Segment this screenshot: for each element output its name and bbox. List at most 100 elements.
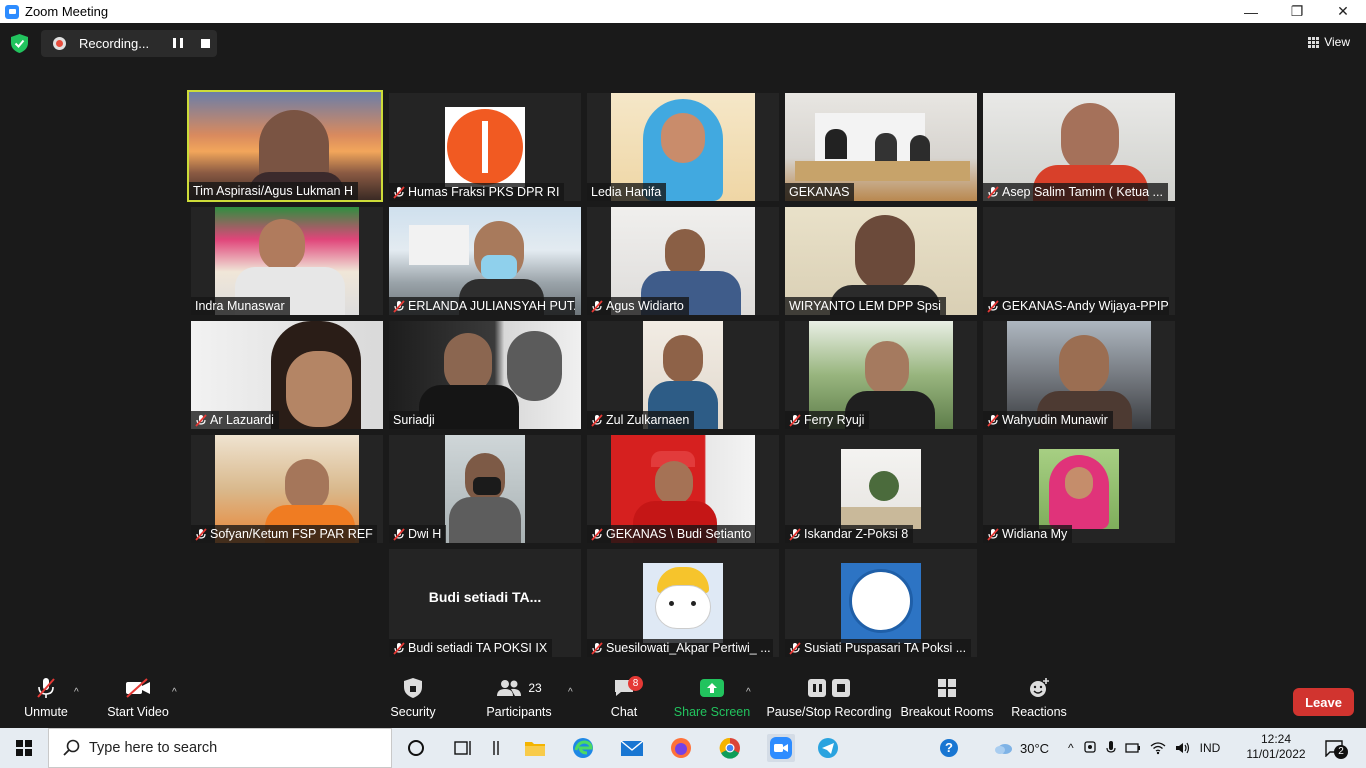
- participant-name-label: Suriadji: [389, 411, 440, 429]
- mail-icon[interactable]: [620, 736, 644, 760]
- participant-tile[interactable]: GEKANAS-Andy Wijaya-PPIP: [983, 207, 1175, 315]
- share-options-caret[interactable]: ^: [746, 687, 751, 698]
- participant-tile[interactable]: Tim Aspirasi/Agus Lukman H: [187, 90, 383, 202]
- participant-tile[interactable]: GEKANAS: [785, 93, 977, 201]
- pause-stop-recording-button[interactable]: Pause/Stop Recording: [766, 671, 892, 728]
- muted-mic-icon: [393, 527, 405, 541]
- tray-expand-caret[interactable]: ^: [1068, 741, 1074, 755]
- stop-recording-icon[interactable]: [201, 39, 210, 48]
- participant-video: [445, 435, 525, 543]
- video-options-caret[interactable]: ^: [172, 687, 177, 698]
- stop-icon: [832, 679, 850, 697]
- breakout-rooms-button[interactable]: Breakout Rooms: [900, 671, 994, 728]
- close-button[interactable]: ✕: [1320, 0, 1366, 23]
- telegram-icon[interactable]: [816, 736, 840, 760]
- participants-count: 23: [528, 681, 542, 695]
- reactions-smiley-icon: [1030, 678, 1049, 697]
- unmute-button[interactable]: Unmute: [22, 671, 70, 728]
- zoom-logo-icon: [5, 4, 19, 19]
- taskbar-clock[interactable]: 12:24 11/01/2022: [1245, 732, 1307, 762]
- wifi-icon[interactable]: [1150, 741, 1166, 755]
- maximize-button[interactable]: ❐: [1274, 0, 1320, 23]
- title-bar: Zoom Meeting — ❐ ✕: [0, 0, 1366, 23]
- muted-mic-icon: [393, 185, 405, 199]
- audio-options-caret[interactable]: ^: [74, 687, 79, 698]
- notification-center-icon[interactable]: 2: [1322, 736, 1348, 760]
- input-language[interactable]: IND: [1200, 741, 1221, 755]
- pause-recording-icon[interactable]: [173, 38, 183, 49]
- taskbar-search-box[interactable]: Type here to search: [48, 728, 392, 768]
- participant-tile[interactable]: Susiati Puspasari TA Poksi ...: [785, 549, 977, 657]
- muted-mic-icon: [393, 299, 405, 313]
- muted-mic-icon: [789, 413, 801, 427]
- participant-tile[interactable]: Suesilowati_Akpar Pertiwi_ ...: [587, 549, 779, 657]
- search-placeholder: Type here to search: [89, 740, 218, 756]
- security-button[interactable]: Security: [390, 671, 436, 728]
- recording-dot-icon: [53, 37, 66, 50]
- start-video-button[interactable]: Start Video: [107, 671, 169, 728]
- search-icon: [63, 739, 80, 756]
- cortana-icon[interactable]: [404, 736, 428, 760]
- participant-name-label: Susiati Puspasari TA Poksi ...: [785, 639, 971, 657]
- pause-icon: [808, 679, 826, 697]
- edge-browser-icon[interactable]: [571, 736, 595, 760]
- participant-tile[interactable]: Dwi H: [389, 435, 581, 543]
- participant-name-label: GEKANAS: [785, 183, 855, 201]
- participant-tile[interactable]: Widiana My: [983, 435, 1175, 543]
- windows-taskbar: Type here to search ? 30°C ^ IND 12:24 1…: [0, 728, 1366, 768]
- participants-options-caret[interactable]: ^: [568, 687, 573, 698]
- chat-button[interactable]: 8 Chat: [606, 671, 643, 728]
- chrome-icon[interactable]: [718, 736, 742, 760]
- participant-name-label: Budi setiadi TA POKSI IX: [389, 639, 553, 657]
- participant-name-label: Suesilowati_Akpar Pertiwi_ ...: [587, 639, 773, 657]
- zoom-app-icon[interactable]: [767, 734, 795, 762]
- reactions-button[interactable]: Reactions: [1011, 671, 1067, 728]
- participant-tile[interactable]: Suriadji: [389, 321, 581, 429]
- file-explorer-icon[interactable]: [523, 736, 547, 760]
- widget-bar-icon[interactable]: [484, 736, 508, 760]
- volume-icon[interactable]: [1175, 741, 1191, 755]
- participant-tile[interactable]: GEKANAS \ Budi Setianto: [587, 435, 779, 543]
- weather-widget[interactable]: 30°C: [994, 728, 1049, 768]
- participant-name-label: Asep Salim Tamim ( Ketua ...: [983, 183, 1168, 201]
- participant-tile[interactable]: Zul Zulkarnaen: [587, 321, 779, 429]
- breakout-rooms-icon: [938, 679, 956, 697]
- participant-tile[interactable]: Ferry Ryuji: [785, 321, 977, 429]
- leave-button[interactable]: Leave: [1293, 688, 1354, 716]
- participant-tile[interactable]: Wahyudin Munawir: [983, 321, 1175, 429]
- muted-mic-icon: [591, 641, 603, 655]
- participant-tile[interactable]: Indra Munaswar: [191, 207, 383, 315]
- encryption-shield-icon[interactable]: [11, 34, 28, 53]
- windows-start-icon[interactable]: [16, 740, 32, 756]
- participant-name-label: Sofyan/Ketum FSP PAR REF: [191, 525, 377, 543]
- participant-tile[interactable]: Agus Widiarto: [587, 207, 779, 315]
- microphone-icon[interactable]: [1106, 740, 1116, 756]
- participant-tile[interactable]: Iskandar Z-Poksi 8: [785, 435, 977, 543]
- participant-name-label: Ar Lazuardi: [191, 411, 279, 429]
- video-off-icon: [126, 678, 150, 698]
- recording-indicator: Recording...: [41, 30, 217, 57]
- participant-tile[interactable]: Sofyan/Ketum FSP PAR REF: [191, 435, 383, 543]
- participant-avatar-name: Budi setiadi TA...: [428, 589, 542, 605]
- temperature: 30°C: [1020, 740, 1050, 756]
- participant-tile[interactable]: Asep Salim Tamim ( Ketua ...: [983, 93, 1175, 201]
- participant-tile[interactable]: WIRYANTO LEM DPP Spsi: [785, 207, 977, 315]
- recording-label: Recording...: [79, 36, 150, 51]
- participant-name-label: ERLANDA JULIANSYAH PUT...: [389, 297, 575, 315]
- task-view-icon[interactable]: [452, 736, 476, 760]
- participant-tile[interactable]: Budi setiadi TA... Budi setiadi TA POKSI…: [389, 549, 581, 657]
- help-icon[interactable]: ?: [937, 736, 961, 760]
- minimize-button[interactable]: —: [1228, 0, 1274, 23]
- share-screen-button[interactable]: Share Screen: [674, 671, 750, 728]
- participant-tile[interactable]: Humas Fraksi PKS DPR RI: [389, 93, 581, 201]
- webcam-icon[interactable]: [1083, 740, 1097, 756]
- participant-tile[interactable]: ERLANDA JULIANSYAH PUT...: [389, 207, 581, 315]
- battery-icon[interactable]: [1124, 741, 1141, 755]
- view-button[interactable]: View: [1308, 35, 1350, 49]
- firefox-icon[interactable]: [669, 736, 693, 760]
- participant-tile[interactable]: Ledia Hanifa: [587, 93, 779, 201]
- participant-video: [643, 563, 723, 643]
- window-title: Zoom Meeting: [25, 4, 109, 19]
- participant-tile[interactable]: Ar Lazuardi: [191, 321, 383, 429]
- participants-button[interactable]: 23 Participants: [486, 671, 552, 728]
